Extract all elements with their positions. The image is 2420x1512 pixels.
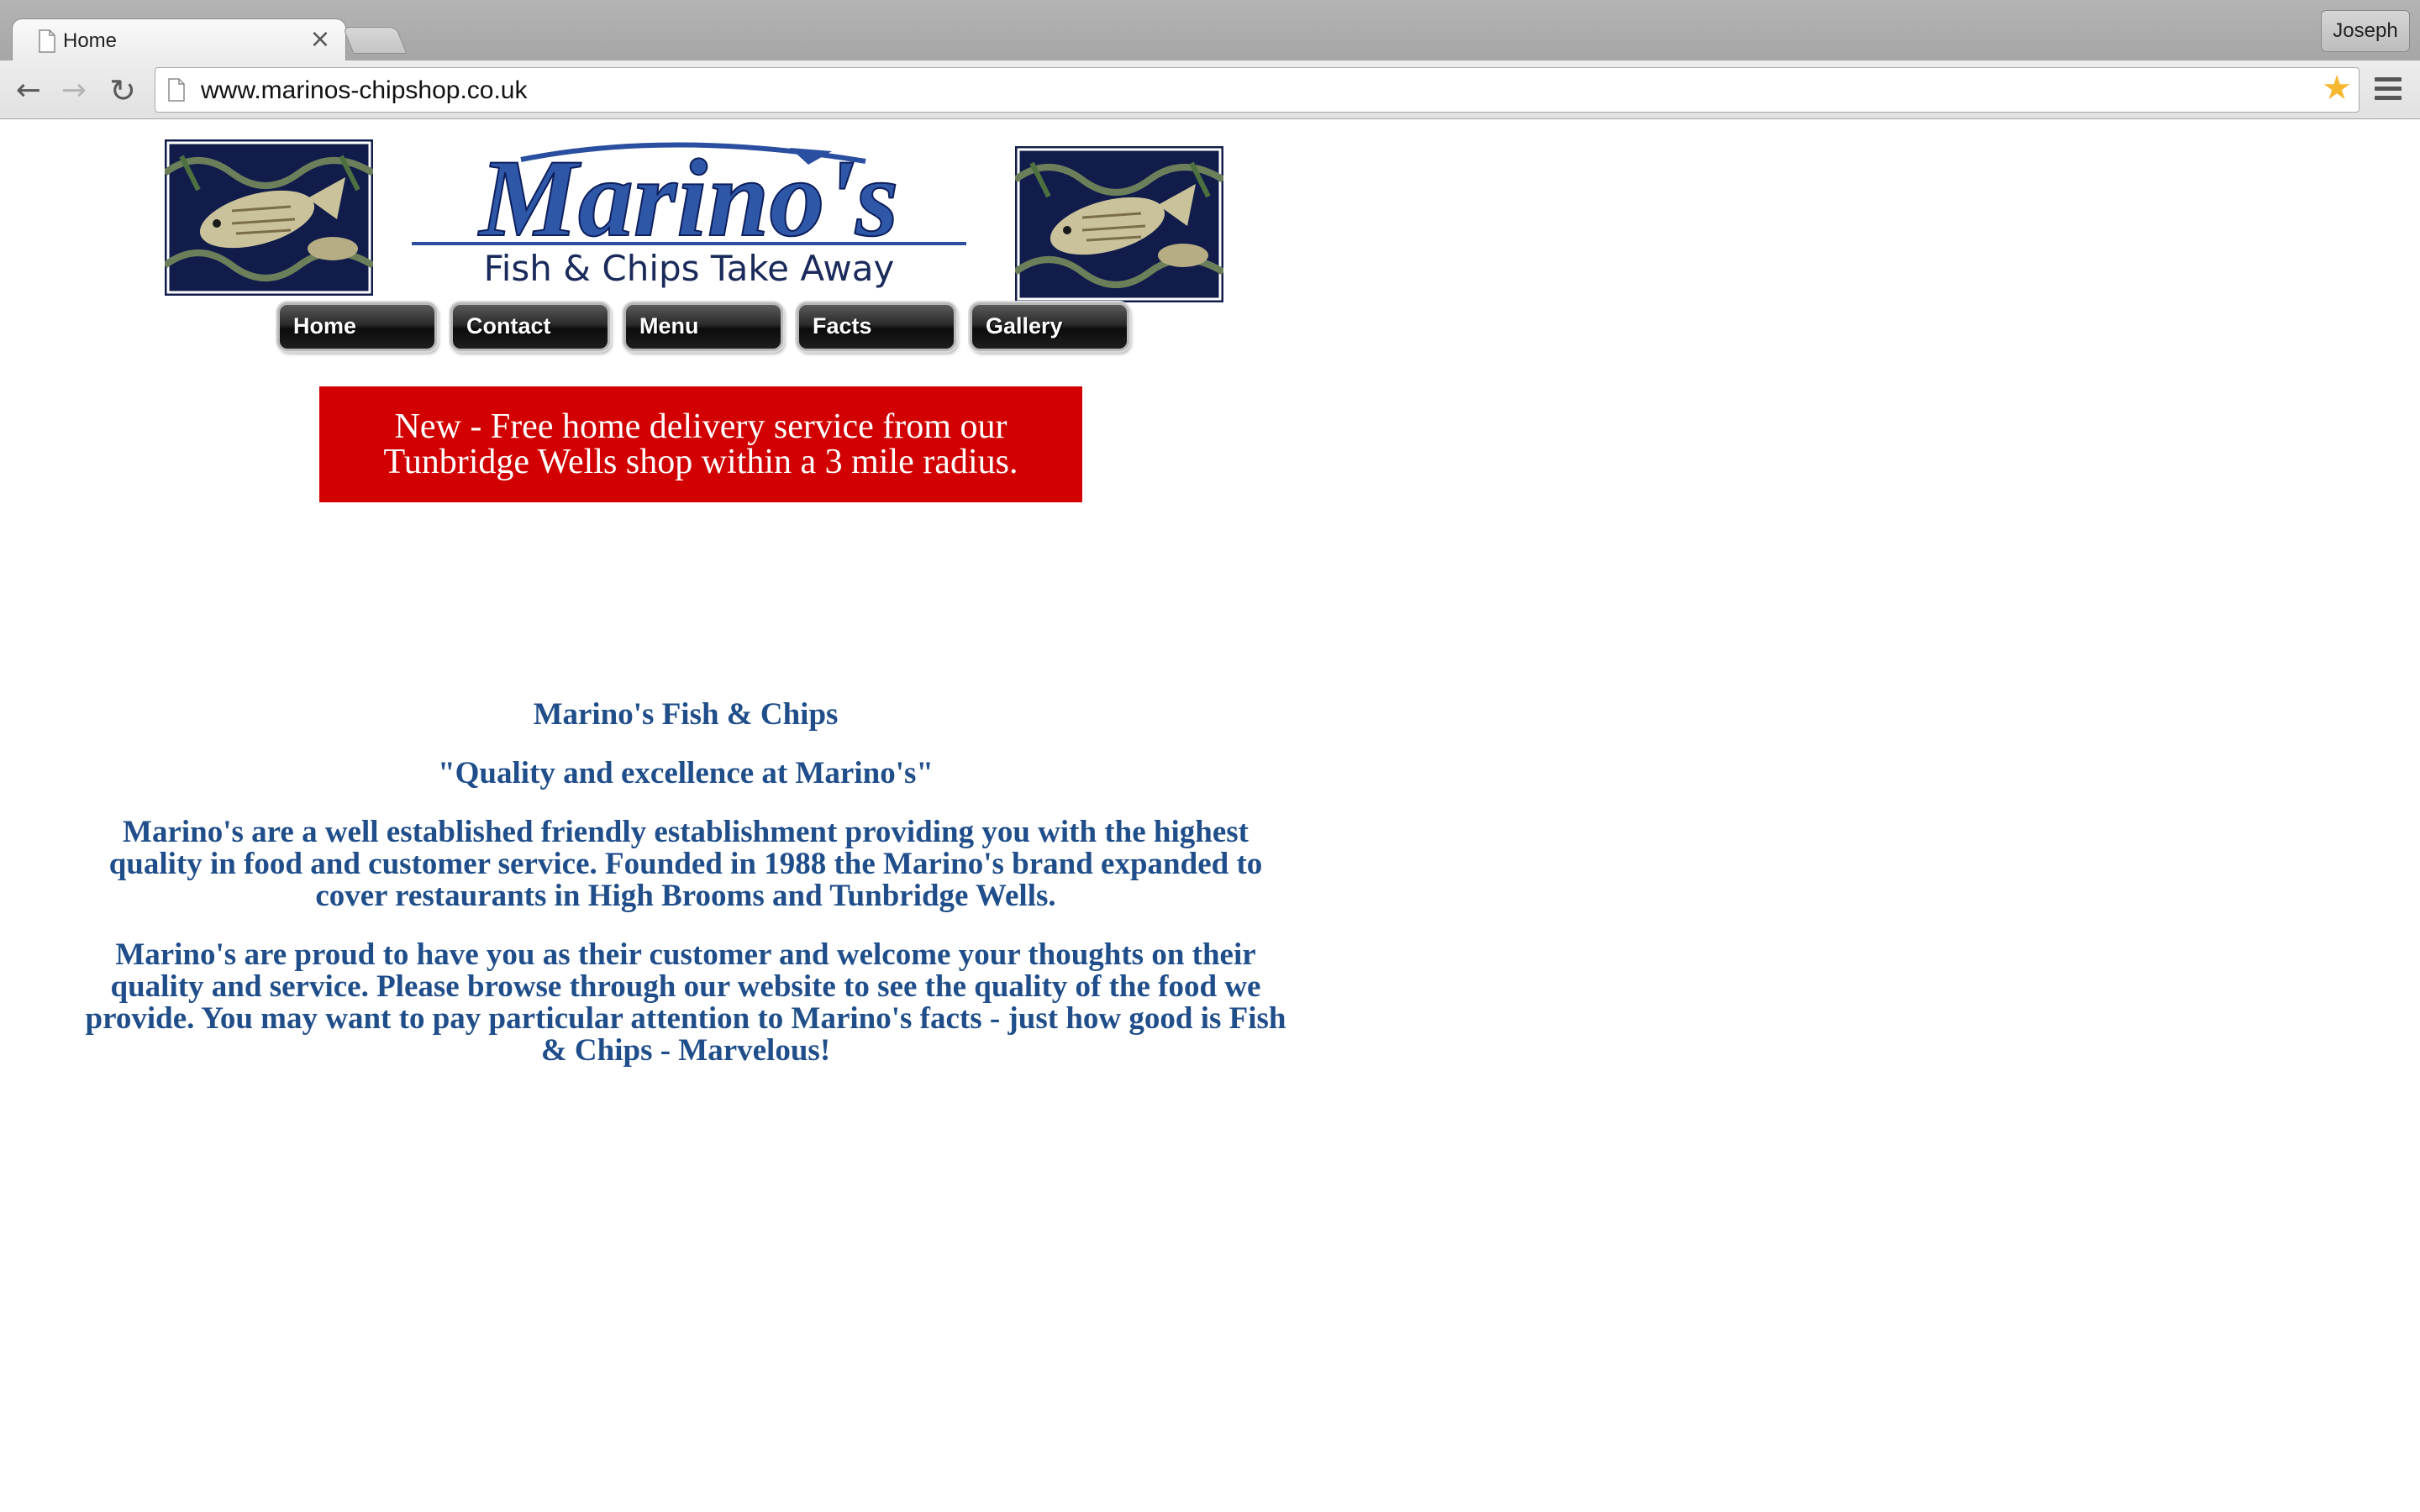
tab-title: Home bbox=[63, 29, 118, 52]
tab-strip: Home × Joseph bbox=[0, 0, 2420, 62]
reload-icon[interactable]: ↻ bbox=[104, 72, 141, 109]
nav-home-button[interactable]: Home bbox=[277, 302, 437, 351]
logo-title: Marino's bbox=[478, 136, 899, 260]
nav-contact-button[interactable]: Contact bbox=[450, 302, 610, 351]
page-icon bbox=[39, 29, 55, 53]
delivery-banner: New - Free home delivery service from ou… bbox=[319, 386, 1082, 502]
delivery-banner-text: New - Free home delivery service from ou… bbox=[383, 407, 1018, 481]
intro-paragraph: Marino's are proud to have you as their … bbox=[85, 937, 1286, 1068]
forward-arrow-icon[interactable]: → bbox=[55, 72, 92, 109]
intro-section: Marino's Fish & Chips "Quality and excel… bbox=[84, 699, 1287, 1094]
web-page: Marino's Fish & Chips Take Away Home Con… bbox=[0, 119, 2420, 1512]
intro-paragraph: Marino's are a well established friendly… bbox=[108, 815, 1263, 913]
main-navigation: Home Contact Menu Facts Gallery bbox=[274, 302, 1131, 356]
profile-button[interactable]: Joseph bbox=[2321, 10, 2410, 52]
back-arrow-icon[interactable]: ← bbox=[10, 72, 47, 109]
page-heading: Marino's Fish & Chips bbox=[533, 697, 839, 732]
browser-toolbar: ← → ↻ www.marinos-chipshop.co.uk bbox=[0, 60, 2420, 119]
star-icon[interactable]: ★ bbox=[2319, 71, 2354, 106]
logo-subtitle: Fish & Chips Take Away bbox=[484, 248, 895, 289]
nav-menu-button[interactable]: Menu bbox=[623, 302, 783, 351]
browser-tab-home[interactable]: Home × bbox=[12, 18, 346, 62]
new-tab-button[interactable] bbox=[342, 27, 408, 54]
tagline: "Quality and excellence at Marino's" bbox=[438, 756, 934, 790]
fish-tile-image bbox=[165, 139, 373, 296]
fish-icon bbox=[1015, 146, 1223, 302]
fish-tile-image bbox=[1015, 146, 1223, 302]
address-bar[interactable]: www.marinos-chipshop.co.uk bbox=[155, 67, 2360, 113]
marinos-logo: Marino's Fish & Chips Take Away bbox=[412, 136, 966, 289]
menu-icon[interactable] bbox=[2375, 77, 2402, 101]
page-icon bbox=[168, 78, 185, 102]
close-icon[interactable]: × bbox=[307, 26, 334, 53]
url-text[interactable]: www.marinos-chipshop.co.uk bbox=[201, 76, 528, 105]
nav-gallery-button[interactable]: Gallery bbox=[970, 302, 1129, 351]
fish-icon bbox=[165, 139, 373, 296]
nav-facts-button[interactable]: Facts bbox=[797, 302, 956, 351]
